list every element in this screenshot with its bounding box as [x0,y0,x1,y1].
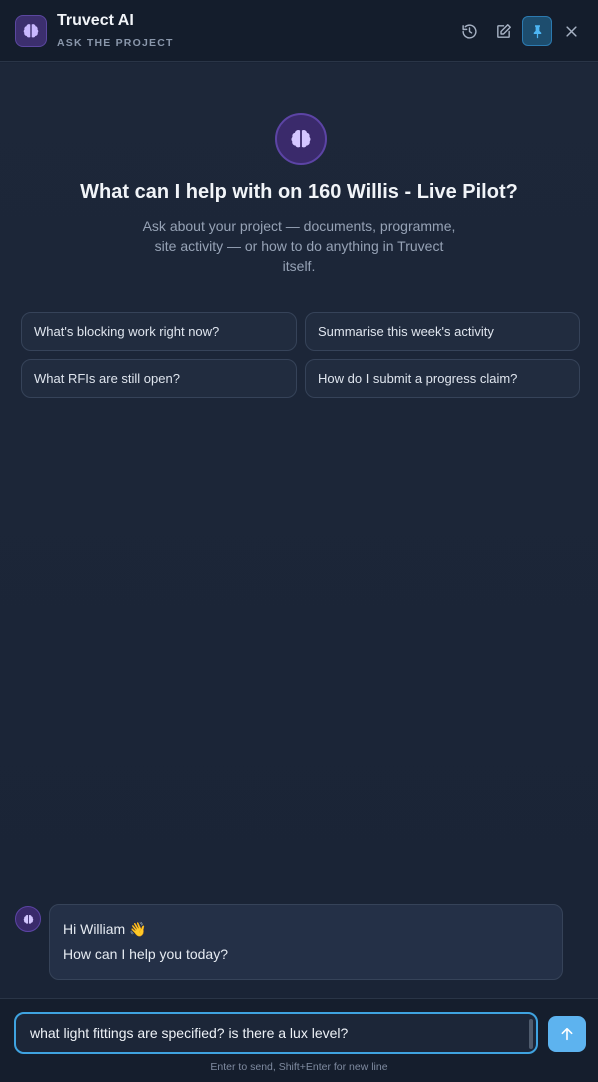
message-input[interactable] [16,1014,536,1052]
suggestion-open-rfis[interactable]: What RFIs are still open? [21,359,297,398]
app-subtitle: ASK THE PROJECT [57,37,174,49]
composer: Enter to send, Shift+Enter for new line [0,998,598,1082]
close-icon [565,25,577,37]
suggestion-blocking-work[interactable]: What's blocking work right now? [21,312,297,351]
app-title: Truvect AI [57,12,134,29]
new-chat-button[interactable] [488,16,518,46]
suggestion-weekly-summary[interactable]: Summarise this week's activity [305,312,580,351]
assistant-message: Hi William 👋 How can I help you today? [49,904,563,980]
input-scrollbar[interactable] [529,1019,533,1049]
pin-icon [533,24,541,38]
message-greeting: Hi William 👋 [63,921,147,937]
welcome-title: What can I help with on 160 Willis - Liv… [80,181,518,203]
welcome-description: Ask about your project — documents, prog… [142,218,456,274]
suggestion-progress-claim[interactable]: How do I submit a progress claim? [305,359,580,398]
chat-area: What can I help with on 160 Willis - Liv… [0,63,598,998]
brand-logo [15,15,47,47]
history-icon [461,23,477,39]
assistant-avatar [15,906,41,932]
brain-icon [291,130,311,148]
brain-icon [23,24,39,38]
arrow-up-icon [561,1027,573,1041]
message-text: How can I help you today? [63,946,228,962]
close-button[interactable] [556,16,586,46]
pin-button[interactable] [522,16,552,46]
send-button[interactable] [548,1016,586,1052]
brain-icon [23,914,33,924]
edit-icon [496,23,511,38]
panel-header: Truvect AI ASK THE PROJECT [0,0,598,62]
hero-avatar [275,113,327,165]
history-button[interactable] [454,16,484,46]
composer-hint: Enter to send, Shift+Enter for new line [210,1061,388,1073]
message-input-wrapper [14,1012,538,1054]
